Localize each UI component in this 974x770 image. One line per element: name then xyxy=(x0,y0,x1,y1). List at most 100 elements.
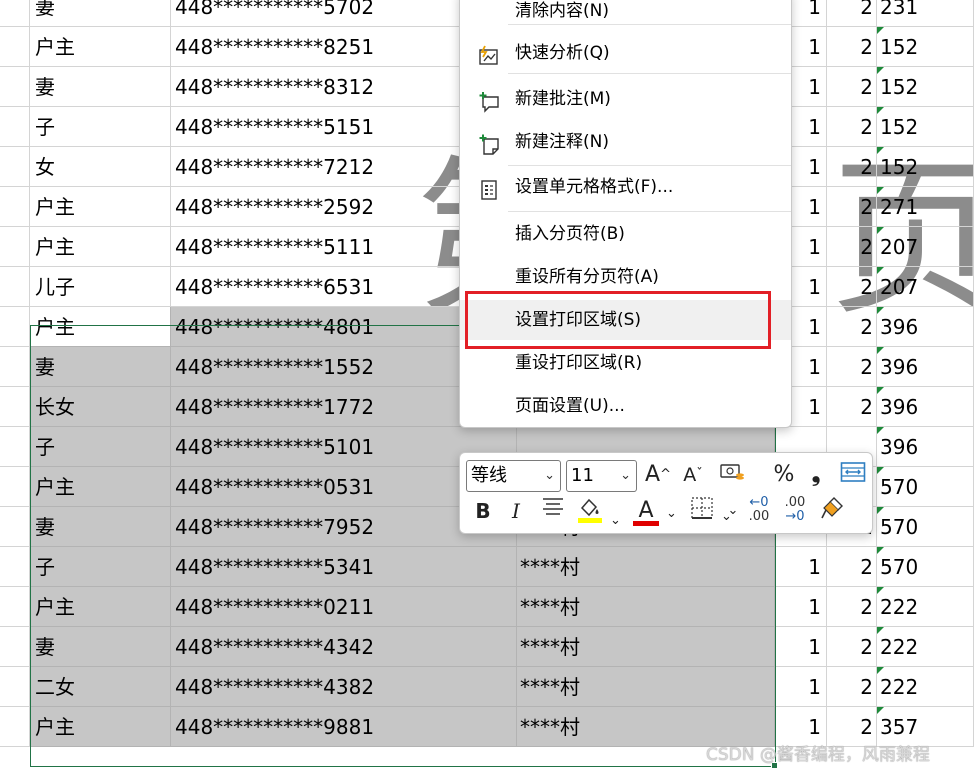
table-cell-col-c[interactable]: 271 xyxy=(877,187,974,227)
table-cell-relation[interactable]: 子 xyxy=(30,107,171,147)
table-cell-relation[interactable]: 户主 xyxy=(30,187,171,227)
accounting-format-button[interactable]: ⌄ xyxy=(712,460,754,518)
table-cell-col-a[interactable]: 1 xyxy=(775,547,827,587)
table-cell-relation[interactable]: 户主 xyxy=(30,227,171,267)
table-cell-id[interactable]: 448***********0211 xyxy=(171,587,517,627)
table-cell-col-c[interactable]: 396 xyxy=(877,427,974,467)
table-cell-col-c[interactable]: 207 xyxy=(877,227,974,267)
table-cell[interactable] xyxy=(0,27,30,67)
menu-item-set-print-area[interactable]: 设置打印区域(S) xyxy=(460,300,791,340)
table-cell-relation[interactable]: 户主 xyxy=(30,307,171,347)
table-cell[interactable] xyxy=(0,667,30,707)
table-cell-id[interactable]: 448***********4382 xyxy=(171,667,517,707)
table-cell-col-c[interactable]: 231 xyxy=(877,0,974,27)
table-cell-relation[interactable]: 长女 xyxy=(30,387,171,427)
table-cell-col-b[interactable]: 2 xyxy=(827,0,877,27)
table-cell-col-c[interactable]: 152 xyxy=(877,67,974,107)
table-cell-col-b[interactable]: 2 xyxy=(827,147,877,187)
table-cell-col-b[interactable]: 2 xyxy=(827,107,877,147)
table-cell[interactable] xyxy=(0,267,30,307)
table-cell-col-b[interactable]: 2 xyxy=(827,547,877,587)
table-cell-col-b[interactable]: 2 xyxy=(827,347,877,387)
table-cell-id[interactable]: 448***********9881 xyxy=(171,707,517,747)
align-center-button[interactable] xyxy=(540,496,566,526)
table-cell-relation[interactable]: 子 xyxy=(30,427,171,467)
grow-font-button[interactable]: A^ xyxy=(644,460,672,490)
table-cell-col-b[interactable]: 2 xyxy=(827,267,877,307)
table-cell-col-b[interactable]: 2 xyxy=(827,187,877,227)
comma-style-button[interactable]: ❟ xyxy=(805,460,827,490)
table-cell[interactable] xyxy=(0,227,30,267)
table-cell[interactable] xyxy=(0,187,30,227)
table-cell[interactable] xyxy=(0,467,30,507)
table-cell-village[interactable]: ****村 xyxy=(517,627,775,667)
menu-item-reset-page-breaks[interactable]: 重设所有分页符(A) xyxy=(460,257,791,297)
menu-item-page-setup[interactable]: 页面设置(U)... xyxy=(460,386,791,426)
table-cell-relation[interactable]: 妻 xyxy=(30,627,171,667)
table-cell-col-c[interactable]: 570 xyxy=(877,467,974,507)
table-cell-col-c[interactable]: 152 xyxy=(877,147,974,187)
table-cell[interactable] xyxy=(0,427,30,467)
table-cell-relation[interactable]: 妻 xyxy=(30,507,171,547)
table-cell-relation[interactable]: 妻 xyxy=(30,347,171,387)
table-cell-col-c[interactable]: 570 xyxy=(877,547,974,587)
table-cell-col-c[interactable]: 207 xyxy=(877,267,974,307)
table-cell-relation[interactable]: 儿子 xyxy=(30,267,171,307)
table-cell[interactable] xyxy=(0,547,30,587)
table-cell[interactable] xyxy=(0,107,30,147)
table-cell-relation[interactable]: 户主 xyxy=(30,27,171,67)
table-cell-village[interactable]: ****村 xyxy=(517,587,775,627)
table-cell-col-c[interactable]: 396 xyxy=(877,307,974,347)
table-cell-col-c[interactable]: 222 xyxy=(877,667,974,707)
font-name-dropdown[interactable]: 等线 ⌄ xyxy=(466,460,561,492)
table-cell-col-c[interactable]: 396 xyxy=(877,387,974,427)
table-cell-col-b[interactable]: 2 xyxy=(827,627,877,667)
table-cell[interactable] xyxy=(0,627,30,667)
menu-item-clear-print-area[interactable]: 重设打印区域(R) xyxy=(460,343,791,383)
format-painter-button[interactable] xyxy=(818,496,846,526)
menu-item-quick-analysis[interactable]: 快速分析(Q) xyxy=(460,33,791,73)
table-cell[interactable] xyxy=(0,0,30,27)
borders-button[interactable]: ⌄ xyxy=(688,496,734,526)
shrink-font-button[interactable]: Aˇ xyxy=(680,460,706,490)
table-cell-col-b[interactable]: 2 xyxy=(827,387,877,427)
decrease-decimal-button[interactable]: .00 →0 xyxy=(780,496,810,526)
table-cell[interactable] xyxy=(0,147,30,187)
table-cell-col-a[interactable]: 1 xyxy=(775,627,827,667)
menu-item-insert-page-break[interactable]: 插入分页符(B) xyxy=(460,214,791,254)
font-size-dropdown[interactable]: 11 ⌄ xyxy=(566,460,637,492)
table-cell-relation[interactable]: 户主 xyxy=(30,467,171,507)
table-cell-col-c[interactable]: 222 xyxy=(877,587,974,627)
menu-item-clear-contents[interactable]: 清除内容(N) xyxy=(460,0,791,31)
table-cell[interactable] xyxy=(0,307,30,347)
fill-color-button[interactable]: ⌄ xyxy=(574,496,624,528)
table-cell[interactable] xyxy=(0,347,30,387)
table-cell-village[interactable]: ****村 xyxy=(517,547,775,587)
table-cell-relation[interactable]: 女 xyxy=(30,147,171,187)
table-cell-col-c[interactable]: 222 xyxy=(877,627,974,667)
table-cell-col-b[interactable]: 2 xyxy=(827,667,877,707)
table-cell-col-b[interactable]: 2 xyxy=(827,307,877,347)
bold-button[interactable]: B xyxy=(472,496,494,526)
table-cell-relation[interactable]: 户主 xyxy=(30,587,171,627)
menu-item-format-cells[interactable]: 设置单元格格式(F)... xyxy=(460,167,791,207)
table-cell[interactable] xyxy=(0,707,30,747)
italic-button[interactable]: I xyxy=(506,496,526,526)
table-cell-col-b[interactable]: 2 xyxy=(827,67,877,107)
table-cell-relation[interactable]: 子 xyxy=(30,547,171,587)
table-cell-col-c[interactable]: 396 xyxy=(877,347,974,387)
table-cell-relation[interactable]: 户主 xyxy=(30,707,171,747)
table-cell[interactable] xyxy=(0,387,30,427)
increase-decimal-button[interactable]: ←0 .00 xyxy=(744,496,774,526)
table-cell-col-a[interactable]: 1 xyxy=(775,587,827,627)
menu-item-new-note[interactable]: 新建注释(N) xyxy=(460,122,791,162)
menu-item-new-comment[interactable]: 新建批注(M) xyxy=(460,79,791,119)
table-cell-col-c[interactable]: 152 xyxy=(877,27,974,67)
merge-center-button[interactable] xyxy=(838,460,868,490)
table-cell[interactable] xyxy=(0,507,30,547)
table-cell-id[interactable]: 448***********4342 xyxy=(171,627,517,667)
table-cell-col-b[interactable]: 2 xyxy=(827,587,877,627)
table-cell-relation[interactable]: 二女 xyxy=(30,667,171,707)
table-cell[interactable] xyxy=(0,587,30,627)
table-cell-relation[interactable]: 妻 xyxy=(30,67,171,107)
